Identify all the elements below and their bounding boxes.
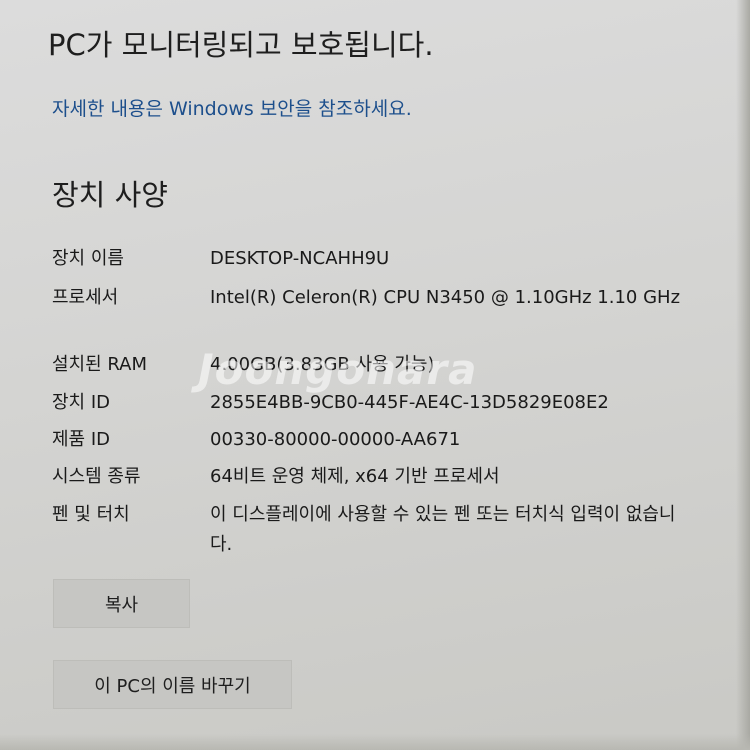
spec-label: 장치 ID: [52, 392, 111, 413]
windows-security-link[interactable]: 자세한 내용은 Windows 보안을 참조하세요.: [52, 94, 412, 121]
spec-label: 프로세서: [52, 287, 119, 308]
device-specs-title: 장치 사양: [52, 178, 168, 212]
spec-value: 00330-80000-00000-AA671: [210, 429, 461, 450]
spec-value: 2855E4BB-9CB0-445F-AE4C-13D5829E08E2: [210, 392, 609, 413]
protection-status-text: PC가 모니터링되고 보호됩니다.: [48, 28, 434, 62]
screen-bezel-shadow: [736, 0, 750, 750]
spec-value: Intel(R) Celeron(R) CPU N3450 @ 1.10GHz …: [210, 287, 681, 308]
spec-label: 제품 ID: [52, 429, 111, 450]
spec-label: 설치된 RAM: [52, 354, 148, 375]
screen-bottom-shadow: [0, 734, 750, 750]
spec-value: 64비트 운영 체제, x64 기반 프로세서: [210, 466, 500, 487]
spec-label: 시스템 종류: [52, 466, 141, 487]
about-settings-page: PC가 모니터링되고 보호됩니다. 자세한 내용은 Windows 보안을 참조…: [0, 0, 750, 750]
copy-button[interactable]: 복사: [53, 579, 190, 628]
spec-value: 4.00GB(3.83GB 사용 가능): [210, 354, 435, 375]
spec-label: 펜 및 터치: [52, 504, 130, 525]
spec-label: 장치 이름: [52, 248, 124, 269]
rename-pc-button[interactable]: 이 PC의 이름 바꾸기: [53, 660, 292, 709]
spec-value: 이 디스플레이에 사용할 수 있는 펜 또는 터치식 입력이 없습니다.: [210, 504, 676, 555]
spec-value: DESKTOP-NCAHH9U: [210, 248, 390, 269]
